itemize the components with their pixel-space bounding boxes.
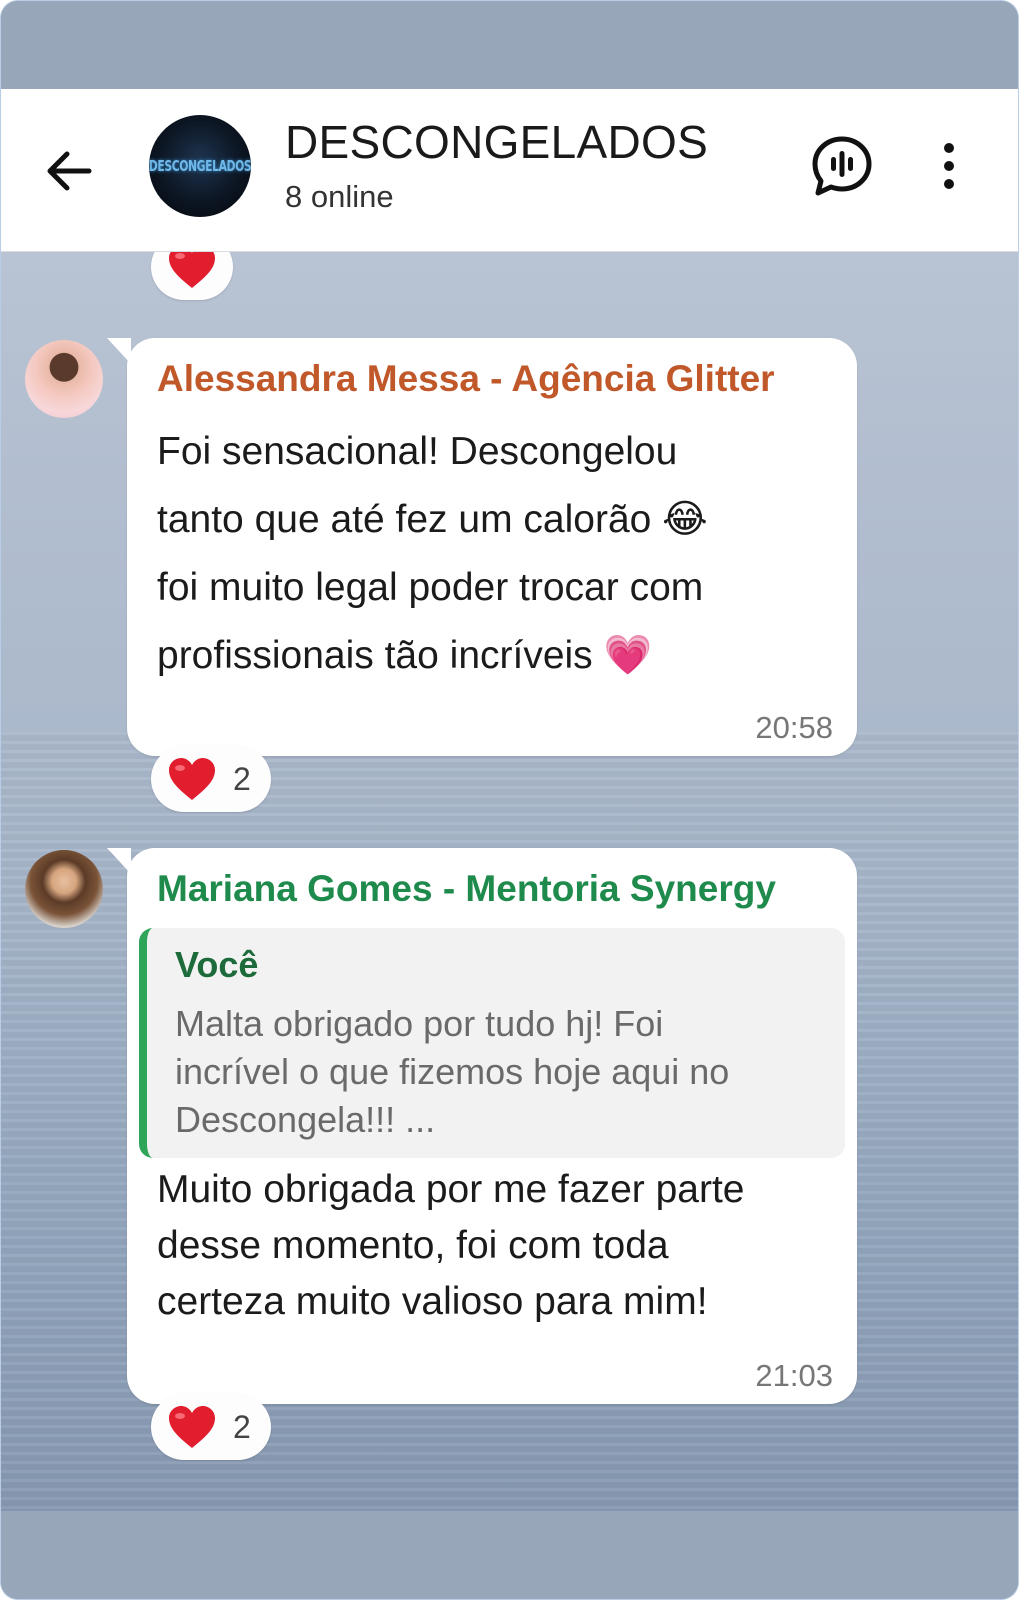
heart-emoji-icon [169,252,215,288]
sender-avatar[interactable] [25,340,103,418]
message-bubble[interactable]: Alessandra Messa - Agência Glitter Foi s… [107,338,857,756]
quote-text: Malta obrigado por tudo hj! Foi incrível… [175,1003,730,1140]
sender-avatar[interactable] [25,850,103,928]
voice-chat-icon [812,136,872,196]
message-bubble[interactable]: Mariana Gomes - Mentoria Synergy Você Ma… [107,848,857,1404]
heart-emoji-icon [169,1406,215,1448]
reaction-pill[interactable]: 2 [151,1394,271,1460]
more-dot-icon [944,143,954,153]
message-text: Muito obrigada por me fazer parte desse … [157,1168,745,1323]
message-list[interactable]: Alessandra Messa - Agência Glitter Foi s… [1,252,1018,1511]
reaction-count: 2 [233,760,251,797]
online-count: 8 online [285,179,394,214]
message-time: 20:58 [755,710,833,745]
group-avatar[interactable]: DESCONGELADOS [149,115,251,217]
more-dot-icon [944,161,954,171]
quote-author: Você [175,944,259,985]
reply-quote[interactable]: Você Malta obrigado por tudo hj! Foi inc… [139,928,845,1158]
arrow-left-icon [47,151,92,191]
message-text: Foi sensacional! Descongelou tanto que a… [157,430,708,677]
sender-name[interactable]: Alessandra Messa - Agência Glitter [157,358,775,400]
reaction-pill-previous[interactable] [151,252,233,300]
bottom-area [1,1511,1018,1599]
reaction-count: 2 [233,1408,251,1445]
voice-chat-button[interactable] [809,133,875,199]
app-frame: DESCONGELADOS DESCONGELADOS 8 online Ale… [0,0,1019,1600]
message-time: 21:03 [755,1358,833,1393]
more-options-button[interactable] [929,133,969,199]
group-logo-text: DESCONGELADOS [149,157,251,175]
sender-name[interactable]: Mariana Gomes - Mentoria Synergy [157,868,776,910]
heart-emoji-icon [169,758,215,800]
chat-header[interactable]: DESCONGELADOS DESCONGELADOS 8 online [1,89,1018,252]
group-title[interactable]: DESCONGELADOS [285,115,708,169]
more-dot-icon [944,179,954,189]
back-button[interactable] [37,139,101,203]
reaction-pill[interactable]: 2 [151,746,271,812]
status-bar-area [1,1,1018,89]
